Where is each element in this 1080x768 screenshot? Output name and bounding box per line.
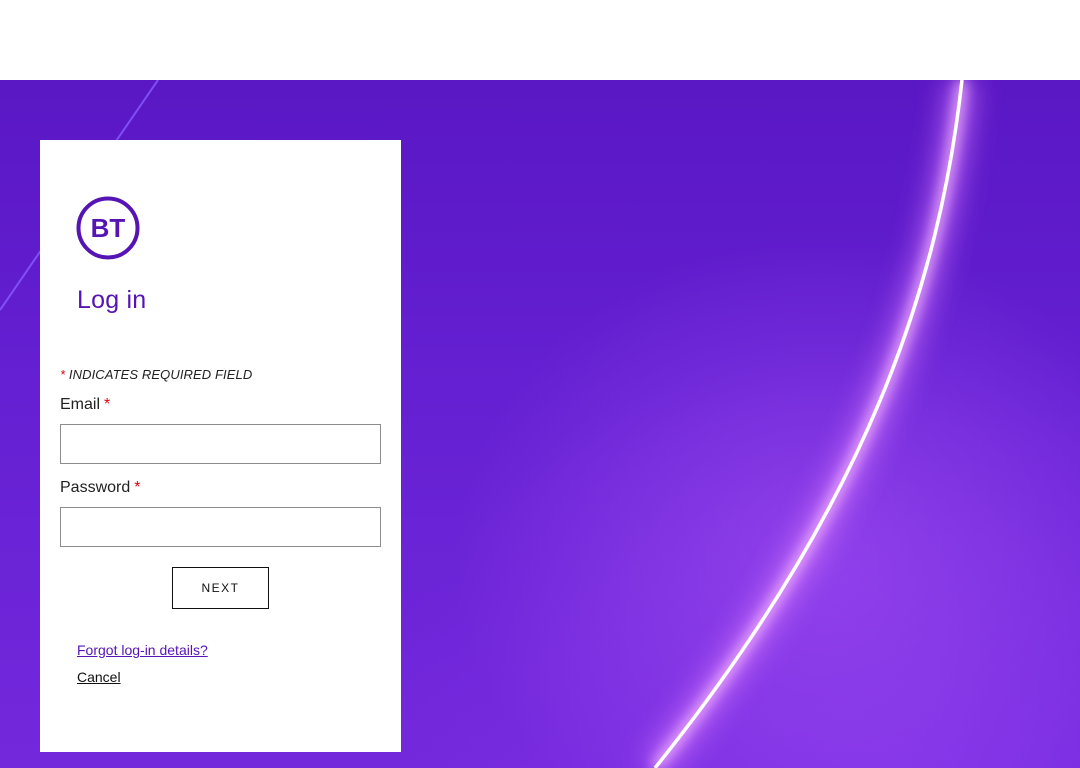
email-label: Email *	[60, 396, 110, 414]
required-note-text: INDICATES REQUIRED FIELD	[65, 367, 253, 382]
forgot-login-link[interactable]: Forgot log-in details?	[77, 642, 208, 658]
top-header-bar	[0, 0, 1080, 80]
password-label: Password *	[60, 479, 140, 497]
page-title: Log in	[77, 286, 147, 314]
password-field[interactable]	[60, 507, 381, 547]
bt-logo: BT	[76, 196, 140, 260]
password-label-text: Password	[60, 479, 131, 496]
email-label-text: Email	[60, 396, 101, 413]
email-field[interactable]	[60, 424, 381, 464]
logo-text: BT	[91, 213, 126, 243]
cancel-link[interactable]: Cancel	[77, 669, 121, 685]
next-button[interactable]: NEXT	[172, 567, 269, 609]
password-required-star: *	[134, 479, 141, 496]
email-required-star: *	[104, 396, 111, 413]
required-field-note: * INDICATES REQUIRED FIELD	[60, 367, 252, 382]
login-card: BT Log in * INDICATES REQUIRED FIELD Ema…	[40, 140, 401, 752]
